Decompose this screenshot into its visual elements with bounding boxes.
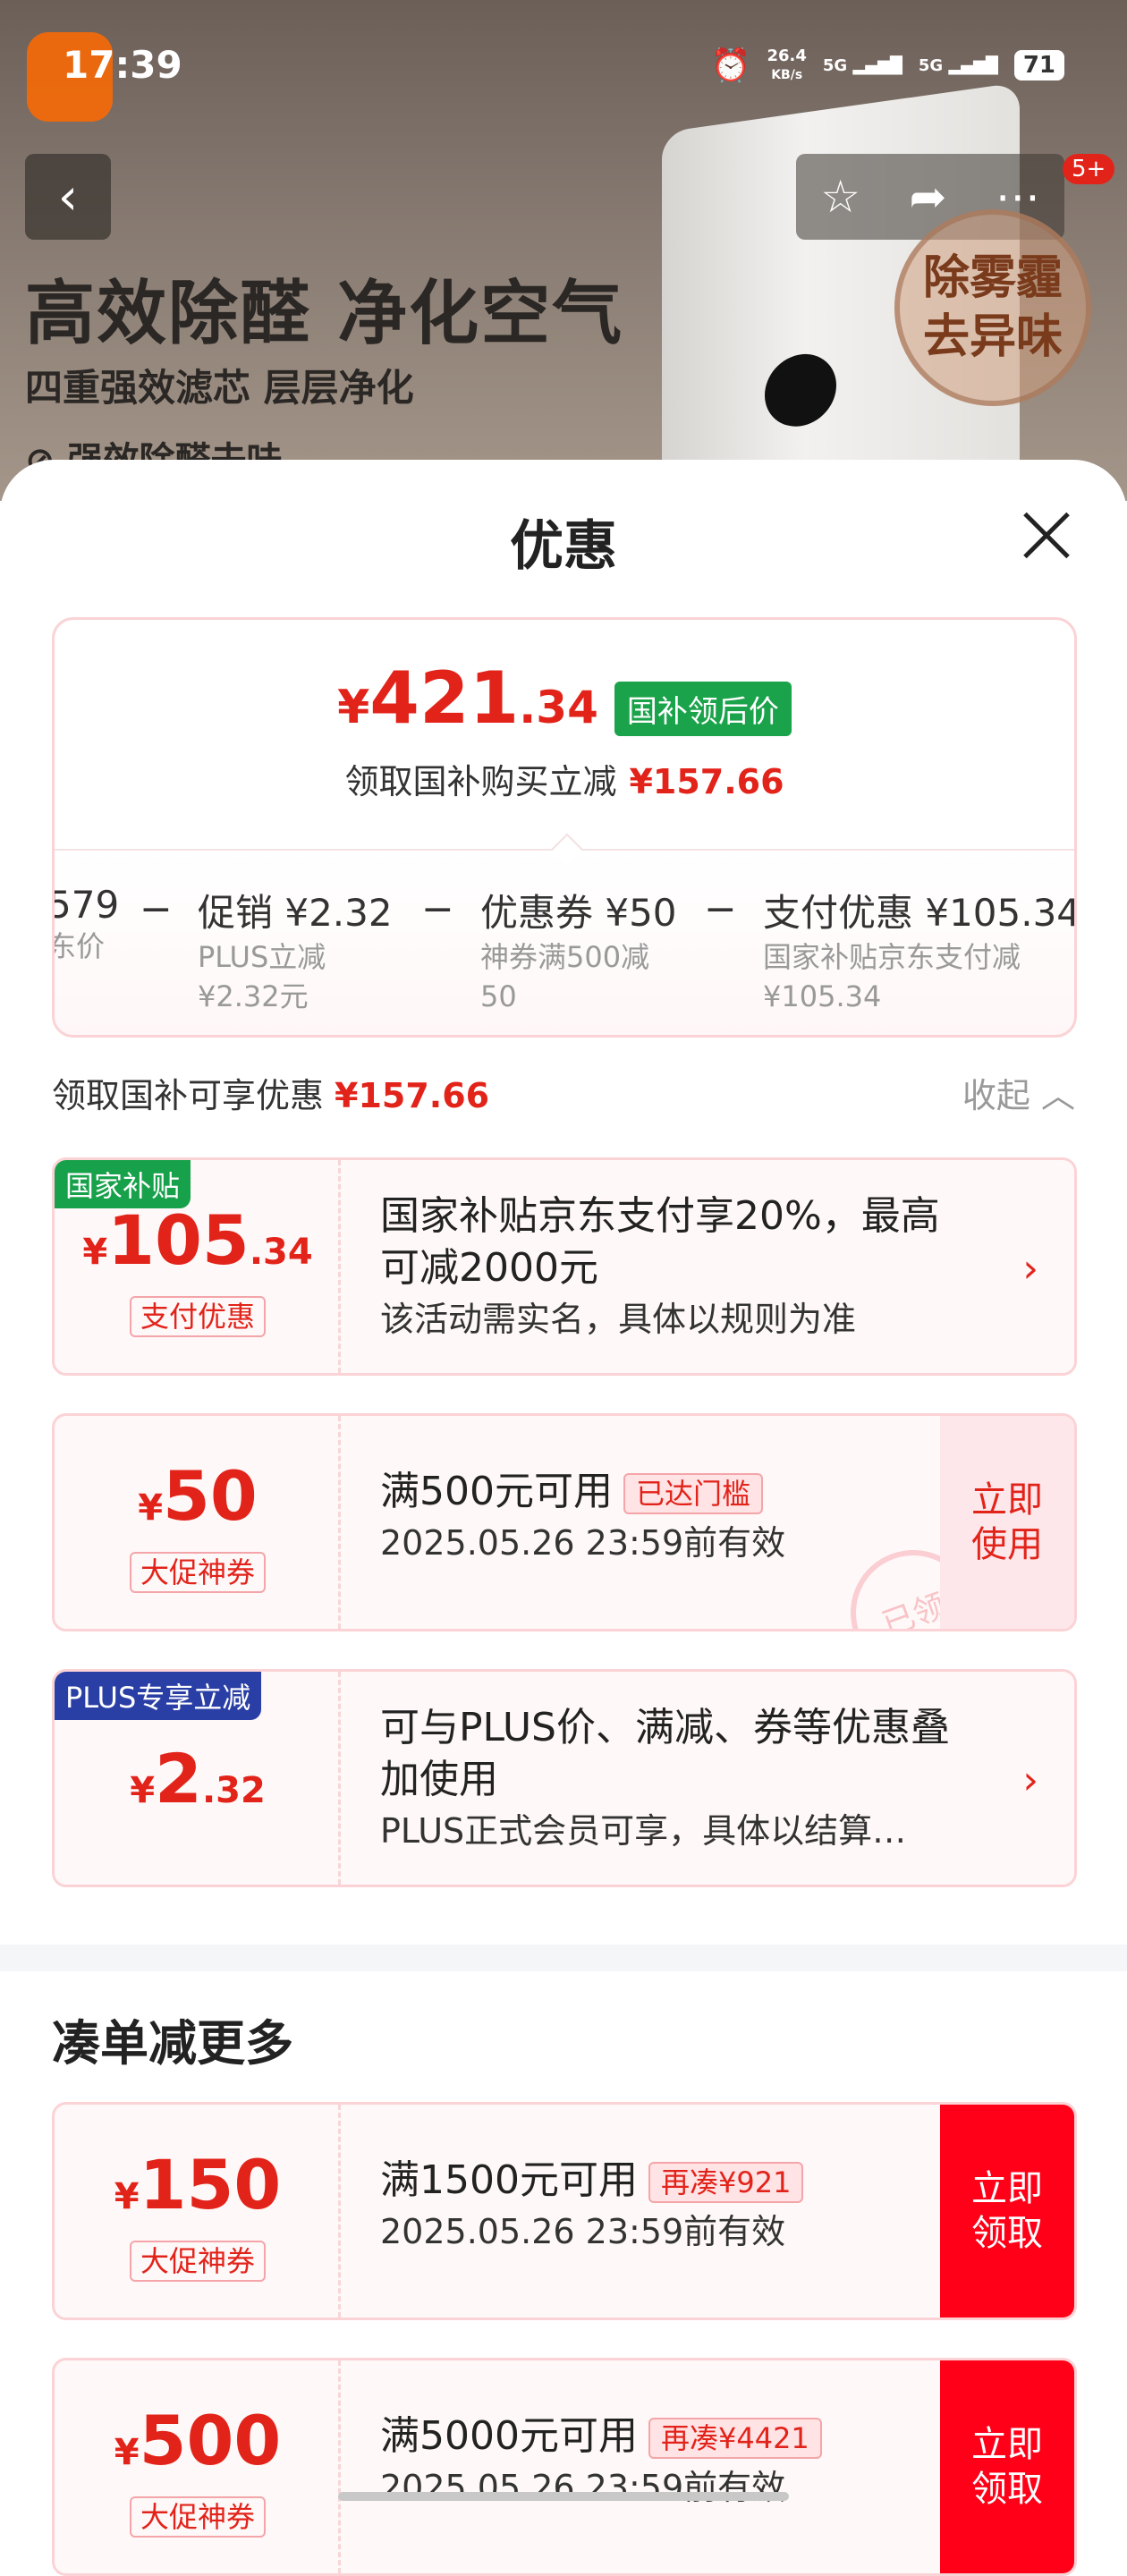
offer-amount-panel: ¥50 大促神券 [55, 1416, 341, 1629]
chevron-right-icon: › [1022, 1758, 1038, 1803]
offer-note: PLUS正式会员可享，具体以结算… [380, 1811, 907, 1851]
price-breakdown: 579 东价 − 促销 ¥2.32 PLUS立减 ¥2.32元 − 优惠券 ¥50 神券… [52, 849, 1077, 1035]
offer-card-coupon: ¥50 大促神券 满500元可用 已达门槛 2025.05.26 23:59前有效… [52, 1413, 1077, 1631]
status-bar-right: ⏰ 26.4 KB/s 5G ▂▄▆█ 5G ▂▄▆█ 71 [711, 47, 1064, 84]
breakdown-item: 优惠券 ¥50 神券满500减 50 [480, 891, 677, 1013]
promo-heading: 领取国补可享优惠 ¥157.66 [52, 1076, 490, 1115]
signal-icon: 5G ▂▄▆█ [822, 55, 902, 75]
feature-seal: 除雾霾 去异味 [894, 209, 1091, 406]
offer-amount: ¥500 [114, 2401, 282, 2480]
offer-amount: ¥105.34 [82, 1200, 313, 1280]
offer-amount: ¥50 [138, 1456, 258, 1536]
banner-subline: 四重强效滤芯 层层净化 [25, 366, 414, 410]
chevron-left-icon: ‹ [57, 167, 79, 226]
offer-title: 满500元可用 已达门槛 [380, 1466, 970, 1518]
save-line: 领取国补购买立减 ¥157.66 [344, 762, 784, 801]
offer-type-label: 大促神券 [129, 1552, 266, 1593]
offer-card-plus[interactable]: ¥2.32 PLUS专享立减 可与PLUS价、满减、券等优惠叠加使用 PLUS正… [52, 1669, 1077, 1887]
collapse-button[interactable]: 收起 ︿ [962, 1068, 1075, 1117]
corner-tag: PLUS专享立减 [55, 1672, 262, 1720]
status-time: 17:39 [63, 43, 182, 87]
need-more-tag: 再凑¥4421 [648, 2418, 822, 2459]
offer-type-label: 支付优惠 [129, 1296, 266, 1337]
banner-headline: 高效除醛 净化空气 [25, 274, 624, 354]
share-icon[interactable]: ➦ [909, 171, 946, 223]
network-speed: 26.4 KB/s [767, 46, 807, 82]
offer-note: 该活动需实名，具体以规则为准 [380, 1300, 857, 1339]
offer-amount-panel: ¥500 大促神券 [55, 2360, 341, 2573]
home-indicator[interactable] [338, 2492, 789, 2501]
minus-sign: − [421, 886, 454, 932]
more-deals-title: 凑单减更多 [52, 2015, 293, 2072]
offer-type-label: 大促神券 [129, 2241, 266, 2282]
corner-tag: 国家补贴 [55, 1160, 191, 1208]
offer-amount-panel: ¥150 大促神券 [55, 2105, 341, 2318]
claim-button[interactable]: 立即领取 [940, 2105, 1074, 2318]
chevron-up-icon: ︿ [1040, 1076, 1075, 1115]
minus-sign: − [704, 886, 737, 932]
breakdown-item: 579 东价 [52, 883, 120, 963]
offer-type-label: 大促神券 [129, 2496, 266, 2538]
coupon-title: 满1500元可用 再凑¥921 [380, 2155, 970, 2207]
final-price: ¥421.34 [337, 657, 598, 740]
alarm-icon: ⏰ [710, 47, 751, 84]
discount-sheet: 优惠 ¥421.34 国补领后价 领取国补购买立减 ¥157.66 579 东价 −… [0, 460, 1127, 2576]
claim-button[interactable]: 立即领取 [940, 2360, 1074, 2573]
price-summary: ¥421.34 国补领后价 领取国补购买立减 ¥157.66 579 东价 − 促销… [52, 617, 1077, 1038]
use-now-button[interactable]: 立即使用 [940, 1416, 1074, 1629]
message-badge: 5+ [1063, 154, 1115, 184]
signal-icon-2: 5G ▂▄▆█ [918, 55, 998, 75]
battery-icon: 71 [1013, 50, 1064, 80]
minus-sign: − [140, 886, 173, 932]
star-icon[interactable]: ☆ [820, 171, 860, 223]
coupon-title: 满5000元可用 再凑¥4421 [380, 2411, 970, 2462]
coupon-card: ¥500 大促神券 满5000元可用 再凑¥4421 2025.05.26 23:… [52, 2358, 1077, 2576]
back-button[interactable]: ‹ [25, 154, 111, 240]
breakdown-item: 支付优惠 ¥105.34 国家补贴京东支付减 ¥105.34 [763, 891, 1077, 1013]
offer-amount: ¥150 [114, 2145, 282, 2224]
offer-title: 国家补贴京东支付享20%，最高可减2000元 [380, 1193, 940, 1291]
chevron-right-icon: › [1022, 1246, 1038, 1292]
product-banner: 17:39 ⏰ 26.4 KB/s 5G ▂▄▆█ 5G ▂▄▆█ 71 ‹ ☆ … [0, 0, 1127, 501]
coupon-validity: 2025.05.26 23:59前有效 [380, 2212, 786, 2251]
coupon-card: ¥150 大促神券 满1500元可用 再凑¥921 2025.05.26 23:5… [52, 2102, 1077, 2320]
coupon-validity: 2025.05.26 23:59前有效 [380, 2468, 786, 2507]
need-more-tag: 再凑¥921 [648, 2162, 804, 2203]
offer-title: 可与PLUS价、满减、券等优惠叠加使用 [380, 1705, 950, 1802]
subsidy-price-tag: 国补领后价 [614, 682, 792, 736]
threshold-tag: 已达门槛 [623, 1473, 763, 1514]
offer-amount: ¥2.32 [130, 1739, 266, 1818]
close-icon[interactable] [1020, 508, 1073, 562]
sheet-title: 优惠 [510, 515, 617, 578]
device-display [765, 349, 836, 431]
breakdown-item: 促销 ¥2.32 PLUS立减 ¥2.32元 [198, 891, 393, 1013]
section-separator [0, 1945, 1127, 1971]
offer-card-subsidy[interactable]: ¥105.34 支付优惠 国家补贴 国家补贴京东支付享20%，最高可减2000元… [52, 1157, 1077, 1376]
